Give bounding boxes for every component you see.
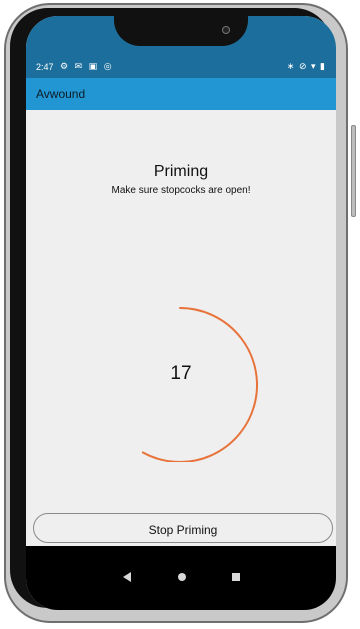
stop-priming-button[interactable]: Stop Priming bbox=[33, 513, 333, 543]
battery-icon: ▮ bbox=[320, 61, 326, 71]
status-time: 2:47 bbox=[36, 62, 54, 72]
instruction-text: Make sure stopcocks are open! bbox=[111, 185, 251, 196]
countdown-value: 17 bbox=[170, 363, 192, 384]
app-title: Avwound bbox=[36, 87, 86, 101]
wifi-icon: ▾ bbox=[311, 61, 317, 71]
status-bar: 2:47 ⚙ ✉ ▣ ◎ ∗ ⊘ ▾ ▮ bbox=[26, 16, 336, 78]
sync-icon: ◎ bbox=[103, 61, 114, 71]
settings-icon: ⚙ bbox=[60, 61, 71, 71]
home-icon[interactable] bbox=[178, 573, 186, 581]
bluetooth-icon: ∗ bbox=[286, 61, 296, 71]
recent-apps-icon[interactable] bbox=[232, 573, 240, 581]
back-icon[interactable] bbox=[123, 572, 131, 582]
mute-icon: ⊘ bbox=[298, 61, 308, 71]
device-screen: 2:47 ⚙ ✉ ▣ ◎ ∗ ⊘ ▾ ▮ Avwound Priming Mak… bbox=[26, 16, 336, 610]
progress-arc bbox=[141, 307, 258, 462]
app-bar: Avwound bbox=[26, 78, 336, 110]
status-icons-right: ∗ ⊘ ▾ ▮ bbox=[287, 61, 326, 72]
page-title: Priming bbox=[153, 163, 209, 180]
camera-icon bbox=[222, 26, 230, 34]
image-icon: ▣ bbox=[88, 61, 100, 71]
side-button bbox=[351, 125, 356, 217]
navigation-bar bbox=[26, 546, 336, 610]
status-icons-left: ⚙ ✉ ▣ ◎ bbox=[60, 61, 114, 72]
mail-icon: ✉ bbox=[74, 61, 85, 71]
